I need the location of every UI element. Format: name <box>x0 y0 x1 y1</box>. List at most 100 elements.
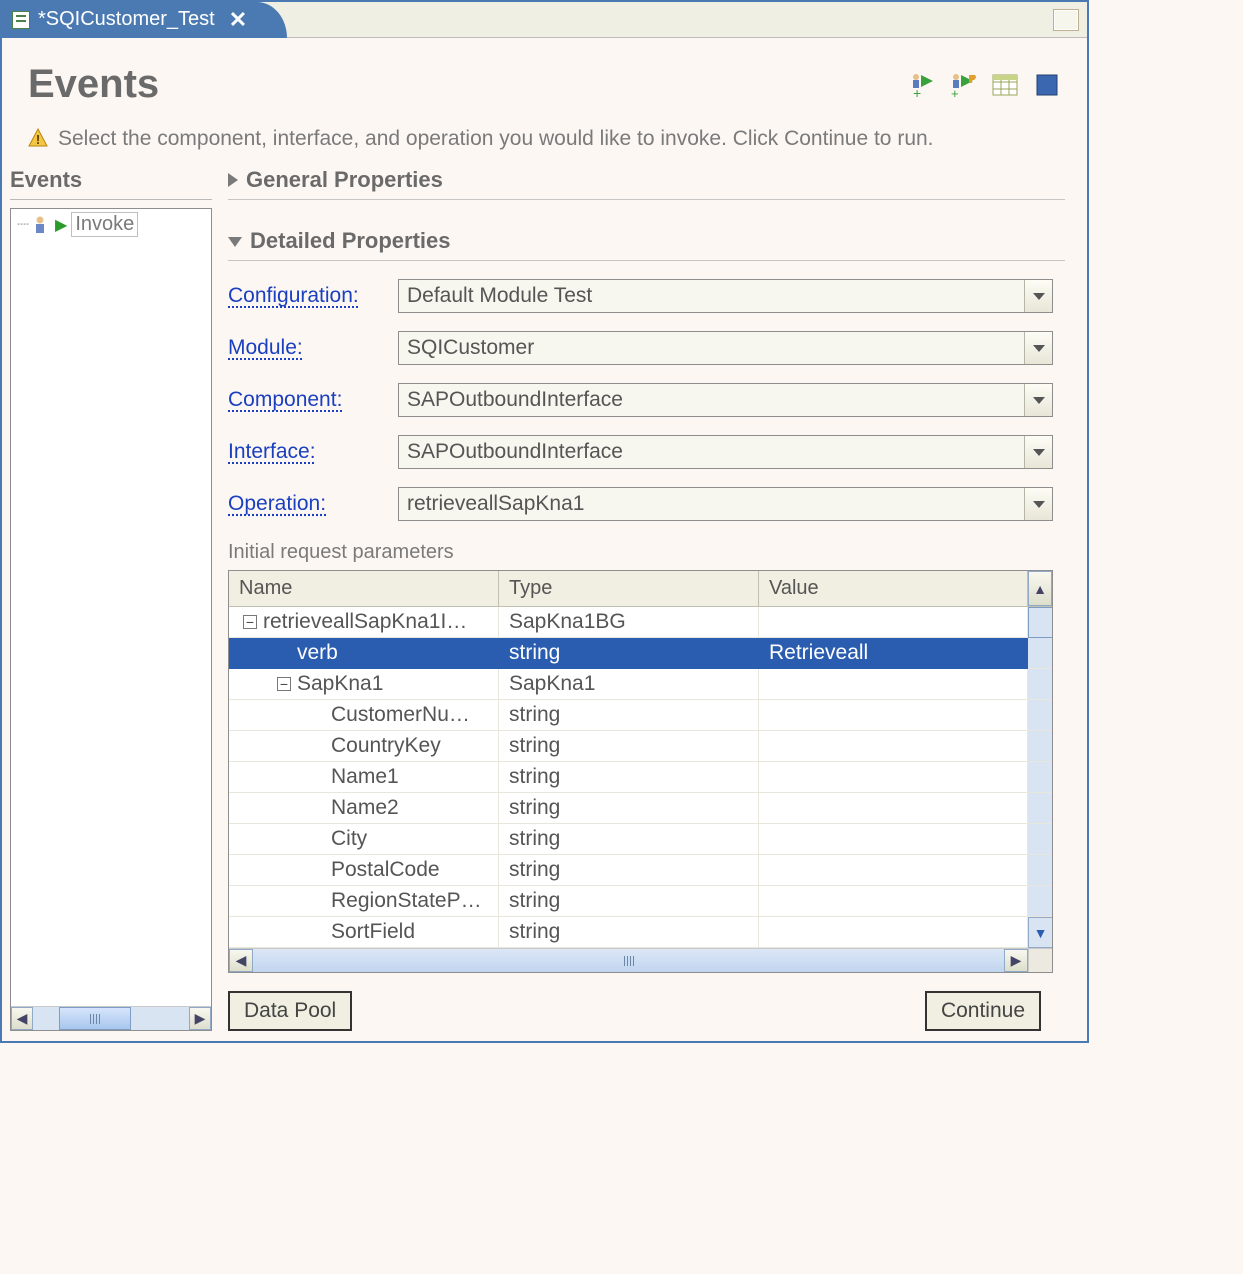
dropdown-caret-icon[interactable] <box>1024 488 1052 520</box>
param-name-cell[interactable]: SortField <box>229 917 499 948</box>
param-name-cell[interactable]: Name1 <box>229 762 499 793</box>
scroll-right-icon[interactable]: ▶ <box>189 1007 211 1030</box>
label-interface[interactable]: Interface: <box>228 440 386 464</box>
param-value-cell[interactable] <box>759 700 1028 731</box>
tab-bar: *SQICustomer_Test ✕ <box>2 2 1087 38</box>
param-value-cell[interactable] <box>759 762 1028 793</box>
param-name-cell[interactable]: Name2 <box>229 793 499 824</box>
param-type-cell[interactable]: string <box>499 886 759 917</box>
param-type-cell[interactable]: SapKna1 <box>499 669 759 700</box>
vscroll-track-segment[interactable] <box>1028 793 1052 824</box>
param-name-cell[interactable]: RegionStateP… <box>229 886 499 917</box>
vscroll-thumb[interactable] <box>1028 607 1052 638</box>
sidebar-hscrollbar[interactable]: ◀ ▶ <box>11 1006 211 1030</box>
param-value-cell[interactable] <box>759 824 1028 855</box>
collapse-icon[interactable]: − <box>243 615 257 629</box>
vscroll-track-segment[interactable] <box>1028 669 1052 700</box>
vscroll-track-segment[interactable] <box>1028 855 1052 886</box>
label-module[interactable]: Module: <box>228 336 386 360</box>
restore-window-icon[interactable] <box>1053 9 1079 31</box>
col-header-value[interactable]: Value <box>759 571 1028 606</box>
param-value-cell[interactable] <box>759 917 1028 948</box>
params-table: Name Type Value ▲ −retrieveallSapKna1I…S… <box>228 570 1053 973</box>
param-value-cell[interactable] <box>759 855 1028 886</box>
scroll-left-icon[interactable]: ◀ <box>229 949 253 972</box>
vscroll-track-segment[interactable] <box>1028 762 1052 793</box>
scroll-right-icon[interactable]: ▶ <box>1004 949 1028 972</box>
data-pool-button[interactable]: Data Pool <box>228 991 352 1031</box>
param-name-cell[interactable]: −retrieveallSapKna1I… <box>229 607 499 638</box>
params-header: Name Type Value ▲ <box>229 571 1052 607</box>
param-value-cell[interactable]: Retrieveall <box>759 638 1028 669</box>
select-component[interactable]: SAPOutboundInterface <box>398 383 1053 417</box>
label-configuration[interactable]: Configuration: <box>228 284 386 308</box>
scroll-up-icon[interactable]: ▲ <box>1028 571 1052 606</box>
param-name-cell[interactable]: City <box>229 824 499 855</box>
param-name: Name1 <box>331 765 399 789</box>
param-type-cell[interactable]: SapKna1BG <box>499 607 759 638</box>
dropdown-caret-icon[interactable] <box>1024 384 1052 416</box>
tree-item-invoke[interactable]: ┈ ▶ Invoke <box>11 209 211 240</box>
param-name-cell[interactable]: CountryKey <box>229 731 499 762</box>
param-value-cell[interactable] <box>759 793 1028 824</box>
select-operation[interactable]: retrieveallSapKna1 <box>398 487 1053 521</box>
scroll-down-icon[interactable]: ▼ <box>1028 917 1052 948</box>
param-value-cell[interactable] <box>759 886 1028 917</box>
editor-frame: *SQICustomer_Test ✕ Events + + ! Select <box>0 0 1089 1043</box>
param-type-cell[interactable]: string <box>499 731 759 762</box>
invoke-trophy-icon[interactable]: + <box>949 71 977 99</box>
param-value-cell[interactable] <box>759 607 1028 638</box>
section-general-properties[interactable]: General Properties <box>228 167 1065 200</box>
param-type-cell[interactable]: string <box>499 824 759 855</box>
params-hscrollbar[interactable]: ◀ ▶ <box>229 948 1052 972</box>
param-type-cell[interactable]: string <box>499 855 759 886</box>
scroll-track[interactable] <box>253 949 1004 972</box>
collapse-icon[interactable]: − <box>277 677 291 691</box>
continue-button[interactable]: Continue <box>925 991 1041 1031</box>
param-name-cell[interactable]: CustomerNu… <box>229 700 499 731</box>
param-name-cell[interactable]: −SapKna1 <box>229 669 499 700</box>
param-type-cell[interactable]: string <box>499 638 759 669</box>
param-type-cell[interactable]: string <box>499 917 759 948</box>
vscroll-track-segment[interactable] <box>1028 700 1052 731</box>
dropdown-caret-icon[interactable] <box>1024 280 1052 312</box>
row-configuration: Configuration: Default Module Test <box>228 279 1053 313</box>
row-operation: Operation: retrieveallSapKna1 <box>228 487 1053 521</box>
active-tab[interactable]: *SQICustomer_Test ✕ <box>2 2 287 38</box>
scroll-left-icon[interactable]: ◀ <box>11 1007 33 1030</box>
param-type-cell[interactable]: string <box>499 762 759 793</box>
param-value-cell[interactable] <box>759 669 1028 700</box>
grid-icon[interactable] <box>991 71 1019 99</box>
param-type-cell[interactable]: string <box>499 700 759 731</box>
section-detailed-properties[interactable]: Detailed Properties <box>228 228 1065 261</box>
param-value-cell[interactable] <box>759 731 1028 762</box>
dropdown-caret-icon[interactable] <box>1024 332 1052 364</box>
close-icon[interactable]: ✕ <box>229 7 247 33</box>
param-name: retrieveallSapKna1I… <box>263 610 467 634</box>
instruction-banner: ! Select the component, interface, and o… <box>2 125 1087 167</box>
scroll-thumb[interactable] <box>59 1007 131 1030</box>
param-name-cell[interactable]: verb <box>229 638 499 669</box>
col-header-name[interactable]: Name <box>229 571 499 606</box>
vscroll-track-segment[interactable] <box>1028 638 1052 669</box>
select-module[interactable]: SQICustomer <box>398 331 1053 365</box>
vscroll-track-segment[interactable] <box>1028 886 1052 917</box>
main-columns: Events ┈ ▶ Invoke ◀ <box>2 167 1087 1041</box>
param-type-cell[interactable]: string <box>499 793 759 824</box>
warning-icon: ! <box>28 128 48 148</box>
stop-icon[interactable] <box>1033 71 1061 99</box>
vscroll-track-segment[interactable] <box>1028 731 1052 762</box>
param-name-cell[interactable]: PostalCode <box>229 855 499 886</box>
select-interface[interactable]: SAPOutboundInterface <box>398 435 1053 469</box>
col-header-type[interactable]: Type <box>499 571 759 606</box>
scroll-track[interactable] <box>33 1007 189 1030</box>
select-component-value: SAPOutboundInterface <box>407 388 623 412</box>
invoke-icon[interactable]: + <box>907 71 935 99</box>
label-component[interactable]: Component: <box>228 388 386 412</box>
events-tree[interactable]: ┈ ▶ Invoke ◀ ▶ <box>10 208 212 1031</box>
dropdown-caret-icon[interactable] <box>1024 436 1052 468</box>
select-configuration[interactable]: Default Module Test <box>398 279 1053 313</box>
label-operation[interactable]: Operation: <box>228 492 386 516</box>
vscroll-track-segment[interactable] <box>1028 824 1052 855</box>
play-icon: ▶ <box>55 215 67 235</box>
